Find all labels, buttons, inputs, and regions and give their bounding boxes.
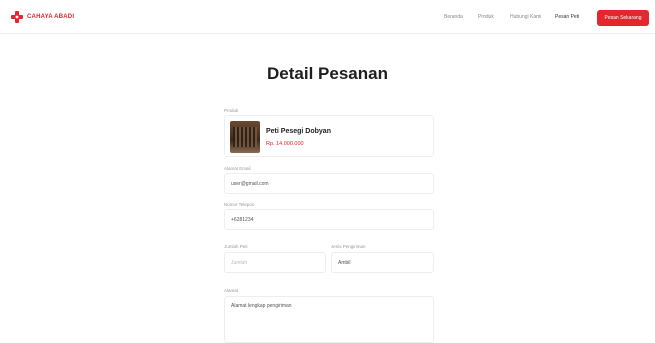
nav-links: Beranda Produk Hubungi Kami Pesan Peti bbox=[0, 14, 655, 24]
quantity-field[interactable]: Jumlah bbox=[224, 252, 326, 273]
email-field[interactable]: user@gmail.com bbox=[224, 173, 434, 194]
page-title: Detail Pesanan bbox=[267, 64, 388, 83]
address-label: Alamat bbox=[224, 288, 239, 293]
nav-link-produk[interactable]: Produk bbox=[478, 14, 494, 20]
product-card: Peti Pesegi Dobyan Rp. 14.000.000 bbox=[224, 115, 434, 157]
nav-link-beranda[interactable]: Beranda bbox=[444, 14, 463, 20]
nav-link-pesan-peti[interactable]: Pesan Peti bbox=[555, 14, 579, 20]
order-now-button[interactable]: Pesan Sekarang bbox=[597, 10, 649, 26]
quantity-label: Jumlah Peti bbox=[224, 244, 248, 249]
product-price: Rp. 14.000.000 bbox=[266, 141, 304, 147]
address-textarea[interactable]: Alamat lengkap pengiriman bbox=[224, 296, 434, 343]
phone-field[interactable]: +6281234 bbox=[224, 209, 434, 230]
shipping-label: Jenis Pengiriman bbox=[331, 244, 366, 249]
product-name: Peti Pesegi Dobyan bbox=[266, 128, 331, 135]
product-label: Produk bbox=[224, 108, 239, 113]
email-label: Alamat Email bbox=[224, 166, 251, 171]
navbar: CAHAYA ABADI Beranda Produk Hubungi Kami… bbox=[0, 0, 655, 34]
shipping-select[interactable]: Ambil bbox=[331, 252, 434, 273]
product-image bbox=[230, 121, 260, 153]
phone-label: Nomor Telepon bbox=[224, 202, 255, 207]
nav-link-hubungi-kami[interactable]: Hubungi Kami bbox=[510, 14, 541, 20]
